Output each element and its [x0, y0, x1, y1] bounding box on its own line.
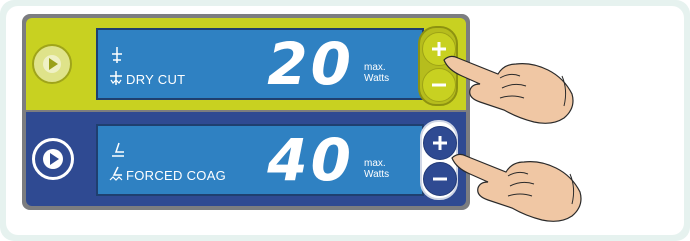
- mode-select-button-dry-cut[interactable]: [32, 44, 72, 84]
- generator-panel: DRY CUT 20 max. Watts FORCED COAG 40 max…: [22, 14, 470, 210]
- play-icon: [43, 149, 63, 169]
- forced-coag-symbol-icon: [109, 166, 123, 181]
- mode-select-button-forced-coag[interactable]: [32, 138, 74, 180]
- power-unit: max. Watts: [364, 158, 408, 180]
- unit-max: max.: [364, 62, 386, 73]
- power-unit: max. Watts: [364, 62, 408, 84]
- unit-watts: Watts: [364, 73, 390, 84]
- unit-max: max.: [364, 158, 386, 169]
- play-icon: [43, 55, 61, 73]
- cut-electrode-icon: [112, 47, 122, 63]
- dry-cut-symbol-icon: [110, 71, 122, 85]
- channel-dry-cut: DRY CUT 20 max. Watts: [26, 18, 466, 110]
- plus-icon: [433, 136, 447, 150]
- mode-label: FORCED COAG: [126, 168, 227, 183]
- power-display-forced-coag: FORCED COAG 40 max. Watts: [96, 124, 424, 196]
- power-value: 40: [267, 126, 354, 194]
- pointing-hand-icon: [443, 55, 574, 124]
- channel-forced-coag: FORCED COAG 40 max. Watts: [26, 112, 466, 206]
- pointing-hand-icon: [451, 153, 582, 222]
- minus-icon: [433, 177, 447, 181]
- power-value: 20: [267, 30, 354, 98]
- coag-electrode-icon: [112, 142, 124, 157]
- unit-watts: Watts: [364, 169, 390, 180]
- power-display-dry-cut: DRY CUT 20 max. Watts: [96, 28, 424, 100]
- mode-label: DRY CUT: [126, 72, 186, 87]
